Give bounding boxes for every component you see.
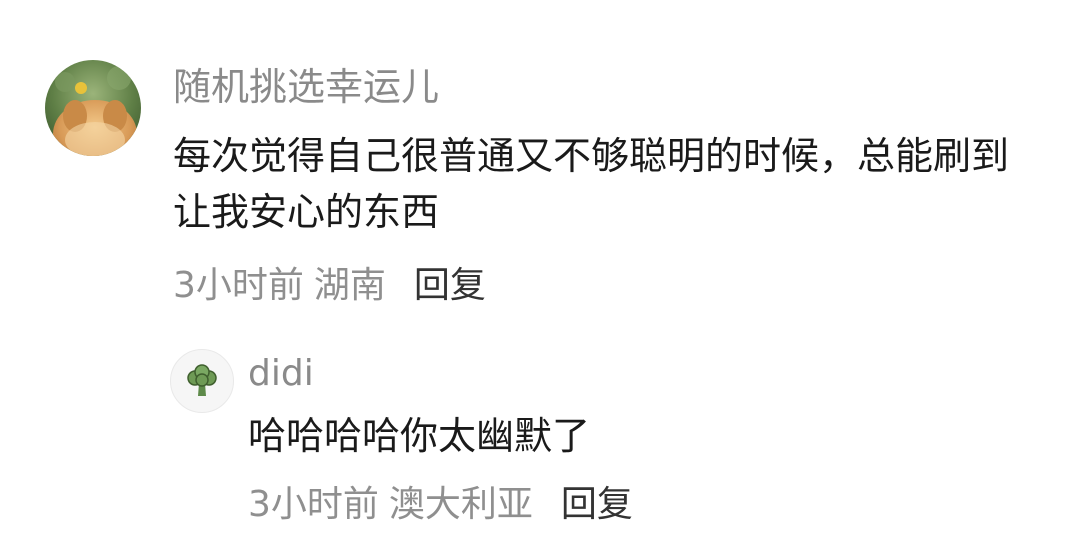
- reply-text: 哈哈哈哈你太幽默了: [248, 414, 591, 458]
- avatar[interactable]: [45, 60, 141, 156]
- reply-username[interactable]: didi: [248, 352, 314, 396]
- reply-button[interactable]: 回复: [414, 265, 486, 306]
- reply-meta: 3小时前 澳大利亚 回复: [248, 483, 633, 527]
- reply-button[interactable]: 回复: [561, 484, 633, 525]
- comment-timestamp: 3小时前: [173, 265, 304, 306]
- broccoli-avatar-icon: [187, 364, 217, 396]
- comment-meta: 3小时前 湖南 回复: [173, 264, 486, 308]
- reply-avatar[interactable]: [170, 349, 234, 413]
- comment-location: 湖南: [313, 265, 386, 306]
- comment-username[interactable]: 随机挑选幸运儿: [173, 64, 439, 110]
- dog-avatar-icon: [45, 60, 141, 156]
- reply-timestamp: 3小时前: [248, 484, 379, 525]
- reply-location: 澳大利亚: [388, 484, 533, 525]
- comment-text: 每次觉得自己很普通又不够聪明的时候，总能刷到让我安心的东西: [173, 134, 1010, 234]
